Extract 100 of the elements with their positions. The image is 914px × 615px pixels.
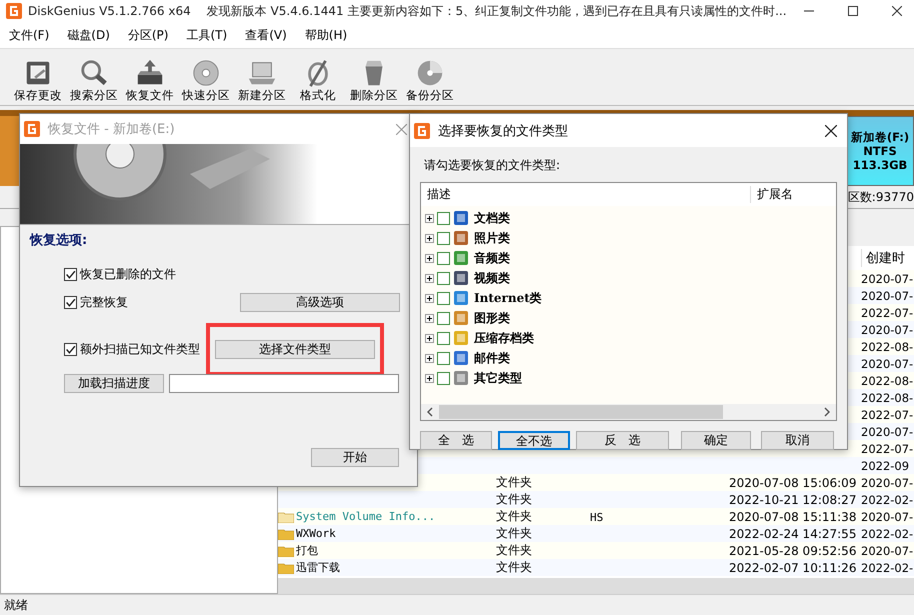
path-field[interactable] — [169, 374, 399, 393]
created-time-text: 2020-07- — [861, 424, 914, 438]
toolbar-button[interactable]: 搜索分区 — [66, 58, 122, 103]
checkbox[interactable]: 恢复已删除的文件 — [64, 266, 214, 282]
file-name[interactable]: WXWork — [296, 527, 336, 540]
dialog-button[interactable]: 全不选 — [498, 431, 570, 450]
disk-info-text: 区数:93770 — [848, 188, 914, 206]
section-title: 恢复选项: — [30, 232, 88, 249]
app-logo-icon — [24, 121, 40, 137]
dialog-button[interactable]: 取消 — [761, 431, 834, 450]
created-time-text: 2022-09 — [861, 458, 910, 472]
document-file-icon — [453, 210, 469, 226]
window-title: DiskGenius V5.1.2.766 x64 — [28, 4, 191, 18]
check-icon — [65, 296, 76, 308]
toolbar-button[interactable]: 删除分区 — [346, 58, 402, 103]
file-type-label[interactable]: 图形类 — [474, 310, 510, 326]
column-header[interactable]: 扩展名 — [751, 186, 793, 203]
checkbox[interactable] — [437, 312, 450, 324]
toolbar-button[interactable]: 快速分区 — [178, 58, 234, 103]
file-type-label[interactable]: 其它类型 — [474, 370, 522, 386]
created-time-text: 2020-07- — [861, 544, 914, 558]
maximize-icon[interactable] — [848, 6, 858, 16]
advanced-options-button[interactable]: 高级选项 — [240, 292, 400, 312]
expand-icon[interactable] — [425, 354, 434, 362]
file-type-label[interactable]: 视频类 — [474, 270, 510, 286]
update-notice: 发现新版本 V5.4.6.1441 主要更新内容如下：5、纠正复制文件功能，遇到已存在且具有只读属性的文件时... — [206, 2, 787, 20]
archive-file-icon — [453, 330, 469, 346]
file-type-label[interactable]: Internet类 — [474, 290, 542, 306]
partition-block[interactable]: 新加卷(F:) NTFS 113.3GB — [846, 116, 914, 186]
scrollbar-thumb[interactable] — [439, 405, 723, 419]
menu-item[interactable]: 文件(F) — [4, 26, 54, 44]
file-name[interactable]: 打包 — [296, 543, 318, 558]
file-type-text: 文件夹 — [496, 543, 532, 557]
expand-icon[interactable] — [425, 234, 434, 242]
created-time-text: 2020-07- — [861, 288, 914, 302]
file-type-text: 文件夹 — [496, 526, 532, 540]
toolbar-button[interactable]: 恢复文件 — [122, 58, 178, 103]
expand-icon[interactable] — [425, 314, 434, 322]
file-type-text: 文件夹 — [496, 475, 532, 489]
scroll-right-icon[interactable] — [824, 407, 830, 417]
file-type-label[interactable]: 邮件类 — [474, 350, 510, 366]
created-time-text: 2020-07- — [861, 510, 914, 524]
checkbox[interactable] — [437, 212, 450, 224]
created-time-text: 2022-08- — [861, 340, 914, 354]
photo-file-icon — [453, 230, 469, 246]
menu-item[interactable]: 工具(T) — [181, 26, 232, 44]
created-time-text: 2022-07- — [861, 408, 914, 422]
menu-item[interactable]: 查看(V) — [240, 26, 292, 44]
modified-time-text: 2020-07-08 15:06:09 — [729, 476, 856, 490]
mail-file-icon — [453, 350, 469, 366]
expand-icon[interactable] — [425, 334, 434, 342]
file-attributes-text: HS — [590, 510, 604, 524]
toolbar-button[interactable]: 新建分区 — [234, 58, 290, 103]
column-header[interactable]: 创建时 — [861, 249, 914, 267]
file-type-label[interactable]: 文档类 — [474, 210, 510, 226]
checkbox[interactable] — [437, 372, 450, 384]
column-header[interactable]: 描述 — [421, 186, 751, 203]
expand-icon[interactable] — [425, 214, 434, 222]
checkbox[interactable] — [437, 352, 450, 364]
created-time-text: 2022-02- — [861, 492, 914, 506]
menu-item[interactable]: 分区(P) — [122, 26, 174, 44]
checkbox[interactable] — [437, 272, 450, 284]
created-time-text: 2022-08- — [861, 374, 914, 388]
created-time-text: 2020-07- — [861, 322, 914, 336]
close-icon[interactable] — [825, 124, 837, 136]
disc-icon — [191, 58, 221, 88]
checkbox[interactable] — [437, 332, 450, 344]
expand-icon[interactable] — [425, 294, 434, 302]
toolbar-button[interactable]: 保存更改 — [10, 58, 66, 103]
magnifier-icon — [79, 58, 109, 88]
expand-icon[interactable] — [425, 274, 434, 282]
select-file-types-button[interactable]: 选择文件类型 — [215, 340, 375, 358]
horizontal-scrollbar[interactable] — [278, 578, 914, 594]
file-name[interactable]: System Volume Info... — [296, 510, 436, 523]
menu-item[interactable]: 磁盘(D) — [62, 26, 115, 44]
checkbox[interactable] — [437, 232, 450, 244]
dialog-button[interactable]: 反 选 — [576, 431, 669, 450]
created-time-text: 2022-07- — [861, 442, 914, 456]
graphics-file-icon — [453, 310, 469, 326]
checkbox[interactable]: 完整恢复 — [64, 294, 214, 310]
expand-icon[interactable] — [425, 254, 434, 262]
close-icon[interactable] — [892, 6, 902, 16]
toolbar-button[interactable]: 备份分区 — [402, 58, 458, 103]
scroll-left-icon[interactable] — [427, 407, 433, 417]
file-type-label[interactable]: 照片类 — [474, 230, 510, 246]
dialog-button[interactable]: 全 选 — [420, 431, 492, 450]
instruction-text: 请勾选要恢复的文件类型: — [424, 157, 562, 174]
file-name[interactable]: 迅雷下载 — [296, 560, 340, 575]
checkbox[interactable] — [437, 252, 450, 264]
load-scan-progress-button[interactable]: 加载扫描进度 — [64, 374, 164, 393]
file-type-label[interactable]: 压缩存档类 — [474, 330, 534, 346]
expand-icon[interactable] — [425, 374, 434, 382]
modified-time-text: 2020-07-08 15:11:38 — [729, 510, 856, 524]
checkbox[interactable]: 额外扫描已知文件类型 — [64, 340, 206, 358]
file-type-label[interactable]: 音频类 — [474, 250, 510, 266]
toolbar-button[interactable]: 格式化 — [290, 58, 346, 103]
menu-item[interactable]: 帮助(H) — [300, 26, 352, 44]
dialog-button[interactable]: 确定 — [681, 431, 751, 450]
checkbox[interactable] — [437, 292, 450, 304]
start-button[interactable]: 开始 — [311, 448, 399, 467]
